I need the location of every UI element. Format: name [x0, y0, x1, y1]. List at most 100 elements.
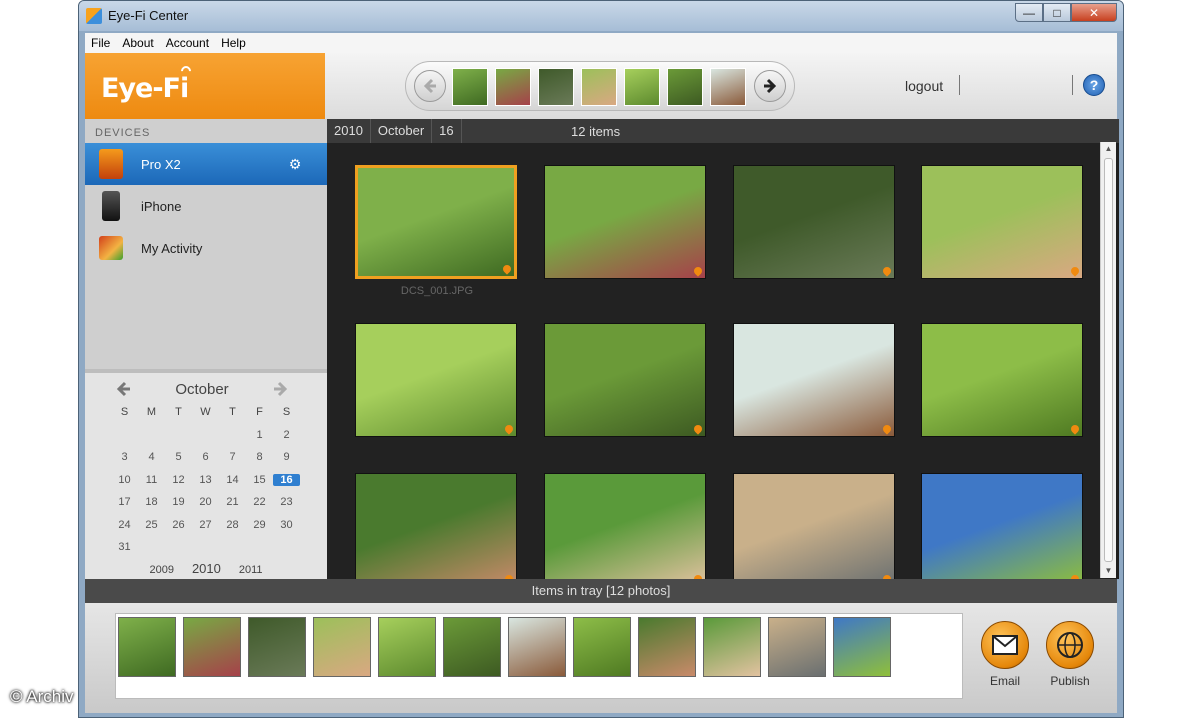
carousel-thumbnail[interactable] [581, 68, 617, 106]
scroll-up-icon[interactable]: ▲ [1101, 142, 1116, 156]
calendar-day[interactable]: 18 [138, 496, 165, 508]
device-my-activity[interactable]: My Activity [85, 227, 327, 269]
calendar-day[interactable]: 12 [165, 474, 192, 486]
email-button[interactable]: Email [975, 621, 1035, 688]
calendar-day[interactable]: 24 [111, 519, 138, 531]
calendar-day[interactable]: 16 [273, 473, 300, 486]
photo-carousel [405, 61, 795, 111]
calendar-day[interactable]: 17 [111, 496, 138, 508]
grid-scrollbar[interactable]: ▲ ▼ [1100, 142, 1116, 578]
year-next[interactable]: 2011 [239, 564, 263, 576]
device-iphone[interactable]: iPhone [85, 185, 327, 227]
tray-thumbnail[interactable] [313, 617, 371, 677]
photo-thumbnail[interactable] [544, 323, 706, 437]
calendar-day[interactable]: 28 [219, 519, 246, 531]
carousel-prev-button[interactable] [414, 70, 446, 102]
menu-help[interactable]: Help [215, 36, 252, 50]
menu-file[interactable]: File [85, 36, 116, 50]
calendar-day[interactable]: 6 [192, 451, 219, 463]
help-icon[interactable]: ? [1083, 74, 1105, 96]
photo-thumbnail[interactable] [733, 165, 895, 279]
carousel-thumbnail[interactable] [538, 68, 574, 106]
calendar-day[interactable]: 1 [246, 429, 273, 441]
location-pin-icon [881, 423, 893, 435]
calendar-day[interactable]: 22 [246, 496, 273, 508]
tray-thumbnail[interactable] [248, 617, 306, 677]
activity-icon [99, 236, 123, 260]
devices-heading: DEVICES [95, 127, 151, 139]
calendar-day[interactable]: 2 [273, 429, 300, 441]
tray-thumbnail[interactable] [508, 617, 566, 677]
carousel-thumbnail[interactable] [624, 68, 660, 106]
publish-button[interactable]: Publish [1040, 621, 1100, 688]
calendar-day[interactable]: 5 [165, 451, 192, 463]
breadcrumb-year[interactable]: 2010 [327, 119, 371, 143]
calendar-day[interactable]: 31 [111, 541, 138, 553]
envelope-icon [981, 621, 1029, 669]
calendar-day[interactable]: 4 [138, 451, 165, 463]
year-prev[interactable]: 2009 [149, 564, 173, 576]
tray-thumbnail[interactable] [378, 617, 436, 677]
carousel-thumbnail[interactable] [495, 68, 531, 106]
tray-thumbnail[interactable] [638, 617, 696, 677]
window-title: Eye-Fi Center [108, 8, 189, 23]
calendar-day[interactable]: 27 [192, 519, 219, 531]
calendar-day[interactable]: 7 [219, 451, 246, 463]
carousel-thumbnail[interactable] [667, 68, 703, 106]
breadcrumb-day[interactable]: 16 [432, 119, 462, 143]
carousel-next-button[interactable] [754, 70, 786, 102]
photo-thumbnail[interactable] [921, 473, 1083, 579]
calendar-day[interactable]: 25 [138, 519, 165, 531]
scroll-thumb[interactable] [1104, 158, 1113, 562]
tray-thumbnail[interactable] [573, 617, 631, 677]
calendar-day[interactable]: 3 [111, 451, 138, 463]
photo-thumbnail[interactable] [544, 473, 706, 579]
tray-thumbnail[interactable] [833, 617, 891, 677]
scroll-down-icon[interactable]: ▼ [1101, 564, 1116, 578]
tray-thumbnail[interactable] [768, 617, 826, 677]
calendar-day[interactable]: 11 [138, 474, 165, 486]
arrow-right-icon[interactable] [273, 381, 289, 397]
close-button[interactable]: ✕ [1071, 3, 1117, 22]
calendar-day[interactable]: 30 [273, 519, 300, 531]
calendar-day[interactable]: 13 [192, 474, 219, 486]
breadcrumb: 2010 October 16 12 items [327, 119, 1119, 143]
carousel-thumbnail[interactable] [710, 68, 746, 106]
calendar-day[interactable]: 19 [165, 496, 192, 508]
tray-thumbnail[interactable] [183, 617, 241, 677]
email-label: Email [989, 674, 1020, 688]
phone-icon [102, 191, 120, 221]
gear-icon[interactable]: ⚙ [285, 156, 305, 173]
calendar-day[interactable]: 15 [246, 474, 273, 486]
photo-thumbnail[interactable] [355, 323, 517, 437]
calendar-day[interactable]: 8 [246, 451, 273, 463]
carousel-thumbnail[interactable] [452, 68, 488, 106]
calendar-day[interactable]: 9 [273, 451, 300, 463]
calendar-day[interactable]: 14 [219, 474, 246, 486]
photo-thumbnail[interactable] [921, 323, 1083, 437]
calendar-day[interactable]: 10 [111, 474, 138, 486]
menu-account[interactable]: Account [160, 36, 215, 50]
maximize-button[interactable]: □ [1043, 3, 1071, 22]
photo-thumbnail[interactable] [544, 165, 706, 279]
calendar-day[interactable]: 21 [219, 496, 246, 508]
calendar-day[interactable]: 23 [273, 496, 300, 508]
breadcrumb-month[interactable]: October [371, 119, 433, 143]
minimize-button[interactable]: — [1015, 3, 1043, 22]
logout-link[interactable]: logout [905, 78, 943, 94]
year-current[interactable]: 2010 [192, 561, 221, 576]
tray-thumbnail[interactable] [443, 617, 501, 677]
photo-thumbnail[interactable] [733, 323, 895, 437]
photo-thumbnail[interactable] [355, 473, 517, 579]
photo-thumbnail[interactable] [921, 165, 1083, 279]
tray-thumbnail[interactable] [703, 617, 761, 677]
photo-grid [327, 143, 1105, 579]
tray-thumbnail[interactable] [118, 617, 176, 677]
calendar-day[interactable]: 29 [246, 519, 273, 531]
calendar-day[interactable]: 20 [192, 496, 219, 508]
calendar-day[interactable]: 26 [165, 519, 192, 531]
photo-thumbnail[interactable] [733, 473, 895, 579]
photo-thumbnail[interactable] [355, 165, 517, 279]
device-pro-x2[interactable]: Pro X2 ⚙ [85, 143, 327, 185]
menu-about[interactable]: About [116, 36, 159, 50]
